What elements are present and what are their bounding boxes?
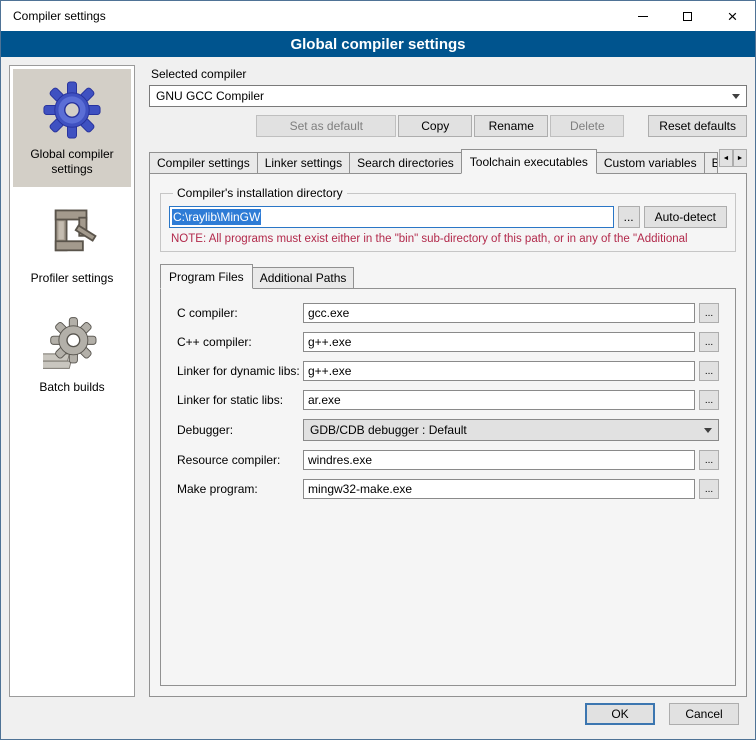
debugger-label: Debugger: (177, 423, 303, 437)
copy-button[interactable]: Copy (398, 115, 472, 137)
installation-directory-value: C:\raylib\MinGW (172, 209, 261, 225)
installation-directory-group: Compiler's installation directory C:\ray… (160, 186, 736, 252)
debugger-row: Debugger: GDB/CDB debugger : Default (177, 419, 719, 441)
tab-program-files[interactable]: Program Files (160, 264, 253, 289)
tab-additional-paths[interactable]: Additional Paths (252, 267, 355, 289)
delete-button[interactable]: Delete (550, 115, 624, 137)
tab-scroll-left-button[interactable] (719, 149, 733, 167)
program-files-page: C compiler: ... C++ compiler: ... Linker… (160, 288, 736, 686)
reset-defaults-button[interactable]: Reset defaults (648, 115, 747, 137)
resource-compiler-row: Resource compiler: ... (177, 450, 719, 470)
tab-custom-variables[interactable]: Custom variables (596, 152, 705, 174)
maximize-button[interactable] (665, 1, 710, 31)
sidebar-item-label: Batch builds (17, 380, 127, 395)
window-title: Compiler settings (1, 9, 106, 23)
static-linker-input[interactable] (303, 390, 695, 410)
right-arrow-icon (737, 155, 744, 162)
auto-detect-button[interactable]: Auto-detect (644, 206, 727, 228)
minimize-icon (638, 16, 648, 17)
program-files-tabstrip: Program Files Additional Paths (160, 264, 736, 289)
selected-compiler-dropdown[interactable]: GNU GCC Compiler (149, 85, 747, 107)
tab-toolchain-executables[interactable]: Toolchain executables (461, 149, 597, 174)
sidebar-item-label: Profiler settings (17, 271, 127, 286)
selected-compiler-label: Selected compiler (151, 67, 747, 81)
static-linker-label: Linker for static libs: (177, 393, 303, 407)
c-compiler-input[interactable] (303, 303, 695, 323)
window-controls (620, 1, 755, 31)
close-icon (728, 8, 738, 25)
tab-scroll-buttons (717, 149, 747, 167)
installation-directory-row: C:\raylib\MinGW ... Auto-detect (169, 206, 727, 228)
installation-directory-input[interactable]: C:\raylib\MinGW (169, 206, 614, 228)
dialog-footer: OK Cancel (1, 697, 755, 739)
sidebar-item-global-compiler-settings[interactable]: Global compiler settings (13, 69, 131, 187)
tab-linker-settings[interactable]: Linker settings (257, 152, 350, 174)
compiler-actions: Set as default Copy Rename Delete Reset … (149, 115, 747, 137)
set-as-default-button[interactable]: Set as default (256, 115, 396, 137)
tab-compiler-settings[interactable]: Compiler settings (149, 152, 258, 174)
ok-button[interactable]: OK (585, 703, 655, 725)
cancel-button[interactable]: Cancel (669, 703, 739, 725)
tab-build-options[interactable]: Build (704, 152, 718, 174)
sidebar-item-profiler-settings[interactable]: Profiler settings (13, 193, 131, 296)
toolchain-executables-page: Compiler's installation directory C:\ray… (149, 173, 747, 697)
page-title: Global compiler settings (1, 31, 755, 57)
maximize-icon (683, 12, 692, 21)
minimize-button[interactable] (620, 1, 665, 31)
dynamic-linker-browse-button[interactable]: ... (699, 361, 719, 381)
clamp-icon (43, 205, 101, 263)
blue-gear-icon (43, 81, 101, 139)
dynamic-linker-label: Linker for dynamic libs: (177, 364, 303, 378)
settings-tabstrip: Compiler settings Linker settings Search… (149, 149, 747, 174)
installation-directory-browse-button[interactable]: ... (618, 206, 640, 228)
resource-compiler-browse-button[interactable]: ... (699, 450, 719, 470)
tab-search-directories[interactable]: Search directories (349, 152, 462, 174)
c-compiler-row: C compiler: ... (177, 303, 719, 323)
compiler-settings-dialog: Compiler settings Global compiler settin… (0, 0, 756, 740)
chevron-down-icon (732, 94, 740, 99)
dynamic-linker-input[interactable] (303, 361, 695, 381)
make-program-input[interactable] (303, 479, 695, 499)
note-text: NOTE: All programs must exist either in … (171, 233, 727, 245)
c-compiler-label: C compiler: (177, 306, 303, 320)
installation-directory-legend: Compiler's installation directory (173, 186, 347, 200)
chevron-down-icon (704, 428, 712, 433)
tab-scroll-right-button[interactable] (733, 149, 747, 167)
cpp-compiler-row: C++ compiler: ... (177, 332, 719, 352)
resource-compiler-input[interactable] (303, 450, 695, 470)
dynamic-linker-row: Linker for dynamic libs: ... (177, 361, 719, 381)
cpp-compiler-input[interactable] (303, 332, 695, 352)
close-button[interactable] (710, 1, 755, 31)
make-program-label: Make program: (177, 482, 303, 496)
left-arrow-icon (723, 155, 730, 162)
c-compiler-browse-button[interactable]: ... (699, 303, 719, 323)
debugger-select[interactable]: GDB/CDB debugger : Default (303, 419, 719, 441)
resource-compiler-label: Resource compiler: (177, 453, 303, 467)
settings-sidebar: Global compiler settings (9, 65, 135, 697)
static-linker-browse-button[interactable]: ... (699, 390, 719, 410)
sidebar-item-label: Global compiler settings (17, 147, 127, 177)
rename-button[interactable]: Rename (474, 115, 548, 137)
make-program-browse-button[interactable]: ... (699, 479, 719, 499)
selected-compiler-value: GNU GCC Compiler (156, 89, 726, 103)
dialog-content: Global compiler settings (1, 57, 755, 697)
main-panel: Selected compiler GNU GCC Compiler Set a… (147, 65, 747, 697)
cpp-compiler-browse-button[interactable]: ... (699, 332, 719, 352)
static-linker-row: Linker for static libs: ... (177, 390, 719, 410)
debugger-value: GDB/CDB debugger : Default (310, 423, 698, 437)
titlebar: Compiler settings (1, 1, 755, 31)
make-program-row: Make program: ... (177, 479, 719, 499)
gray-gear-icon (43, 314, 101, 372)
sidebar-item-batch-builds[interactable]: Batch builds (13, 302, 131, 405)
cpp-compiler-label: C++ compiler: (177, 335, 303, 349)
